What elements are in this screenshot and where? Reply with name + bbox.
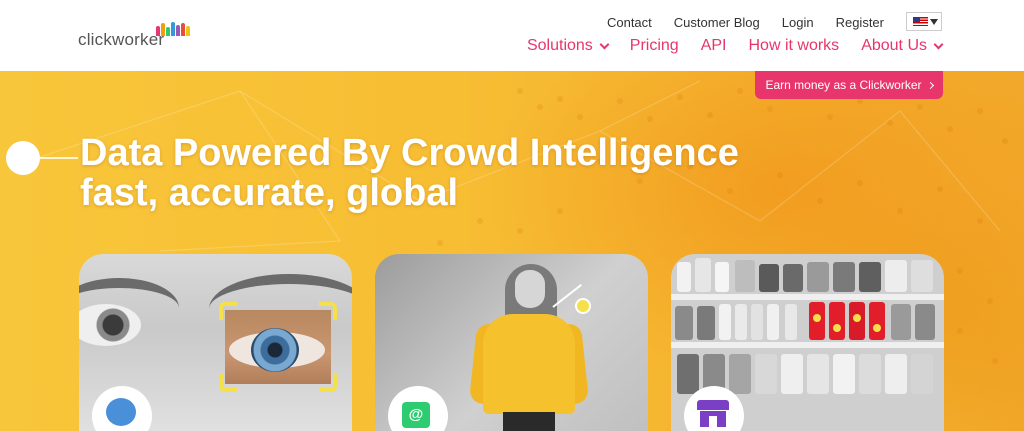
chevron-down-icon [599, 39, 610, 49]
chevron-right-icon [926, 81, 934, 89]
hero-section: Earn money as a Clickworker Data Powered… [0, 71, 1024, 431]
nav-about-us[interactable]: About Us [861, 37, 944, 55]
main-navigation: Solutions Pricing API How it works About… [526, 37, 944, 55]
top-link-login[interactable]: Login [782, 15, 814, 30]
decorative-node-icon [6, 141, 40, 175]
nav-pricing-label: Pricing [629, 37, 679, 54]
store-icon [697, 400, 729, 428]
us-flag-icon [913, 17, 928, 26]
language-selector[interactable] [906, 12, 942, 31]
clickworker-logo[interactable]: clickworker [78, 18, 198, 49]
nav-api[interactable]: API [701, 37, 727, 55]
nav-api-label: API [700, 37, 727, 54]
logo-text: clickworker [78, 30, 165, 49]
caret-down-icon [930, 19, 938, 25]
yellow-sweater [483, 314, 575, 414]
decorative-connector [40, 157, 78, 159]
site-header: clickworker Contact Customer Blog Login … [0, 0, 1024, 71]
hero-title-line2: fast, accurate, global [80, 172, 459, 214]
earn-money-label: Earn money as a Clickworker [765, 78, 922, 92]
shelf-1 [671, 294, 944, 300]
nav-how-it-works-label: How it works [748, 37, 840, 54]
eye-left-image [79, 304, 141, 346]
nav-solutions-label: Solutions [526, 37, 593, 54]
hero-title-line1: Data Powered By Crowd Intelligence [80, 132, 739, 174]
nav-solutions[interactable]: Solutions [526, 37, 610, 55]
top-link-customer-blog[interactable]: Customer Blog [674, 15, 760, 30]
woman-face [515, 270, 545, 308]
top-navigation: Contact Customer Blog Login Register [607, 15, 884, 30]
focus-frame-icon [219, 302, 337, 392]
earn-money-button[interactable]: Earn money as a Clickworker [755, 71, 943, 99]
nav-pricing[interactable]: Pricing [630, 37, 679, 55]
top-link-register[interactable]: Register [836, 15, 884, 30]
woman-legs [503, 412, 555, 431]
shopping-bag-icon: @ [402, 402, 430, 428]
chevron-down-icon [933, 39, 944, 49]
hero-title: Data Powered By Crowd Intelligence fast,… [80, 133, 739, 213]
brain-icon [106, 398, 136, 426]
nav-about-us-label: About Us [861, 37, 927, 54]
top-link-contact[interactable]: Contact [607, 15, 652, 30]
shelf-2 [671, 342, 944, 348]
nav-how-it-works[interactable]: How it works [749, 37, 840, 55]
hotspot-dot-icon [575, 298, 591, 314]
